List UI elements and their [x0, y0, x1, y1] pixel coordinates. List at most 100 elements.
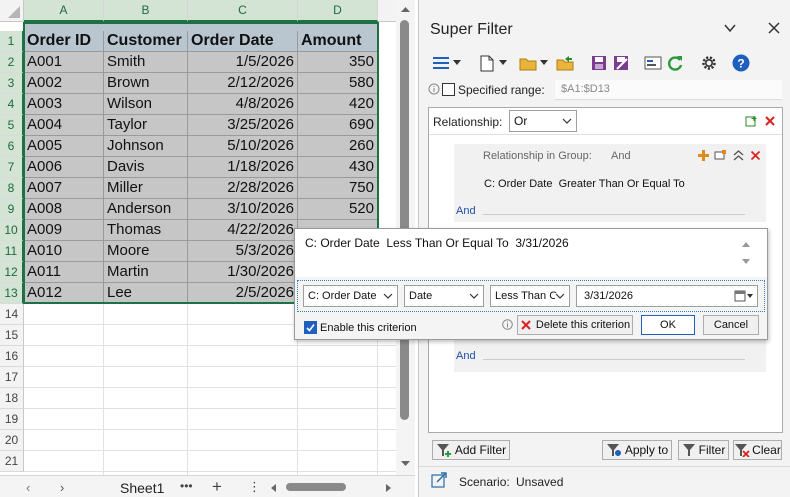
settings-icon[interactable]: [699, 53, 719, 73]
operator-select[interactable]: Less Than C: [490, 285, 570, 307]
column-header-a[interactable]: A: [24, 0, 104, 22]
new-dropdown-icon[interactable]: [498, 53, 508, 73]
apply-to-button[interactable]: Apply to: [602, 440, 672, 460]
row-header[interactable]: 17: [0, 367, 24, 388]
row-header[interactable]: 9: [0, 199, 24, 220]
row-header[interactable]: 8: [0, 178, 24, 199]
scroll-down-arrow[interactable]: [396, 458, 415, 470]
row-header[interactable]: 11: [0, 241, 24, 262]
prev-sheet-icon[interactable]: ‹: [26, 480, 30, 495]
specified-range-label: Specified range:: [458, 83, 545, 97]
collapse-panel-icon[interactable]: [722, 20, 738, 39]
column-header-e[interactable]: [378, 0, 396, 22]
row-header[interactable]: 19: [0, 409, 24, 430]
open-scenario-icon[interactable]: [431, 472, 447, 491]
enable-criterion-checkbox[interactable]: [304, 321, 317, 334]
row-header[interactable]: 7: [0, 157, 24, 178]
delete-all-icon[interactable]: [764, 115, 776, 130]
select-all-corner[interactable]: [0, 0, 24, 22]
add-criterion-icon[interactable]: [698, 150, 709, 164]
new-file-icon[interactable]: [477, 53, 497, 73]
field-select-value: C: Order Date: [308, 290, 377, 302]
ok-button[interactable]: OK: [641, 315, 695, 335]
sheet-tab[interactable]: Sheet1: [120, 480, 164, 496]
row-header[interactable]: 16: [0, 346, 24, 367]
row-header[interactable]: 20: [0, 430, 24, 451]
column-header-c[interactable]: C: [188, 0, 298, 22]
relationship-select-value: Or: [514, 114, 528, 128]
delete-group-icon[interactable]: [750, 150, 761, 164]
type-select[interactable]: Date: [404, 285, 484, 307]
summary-scroll-down-icon[interactable]: [741, 255, 751, 269]
scenario-list-icon[interactable]: [643, 53, 663, 73]
filter-label: Filter: [698, 443, 726, 457]
row-header[interactable]: 4: [0, 94, 24, 115]
row-header[interactable]: 21: [0, 451, 24, 472]
help-icon[interactable]: ?: [731, 53, 751, 73]
hscroll-thumb[interactable]: [286, 483, 346, 491]
clear-button[interactable]: Clear: [733, 440, 782, 460]
hscroll-right-arrow[interactable]: [384, 482, 392, 496]
relationship-label: Relationship:: [433, 115, 503, 129]
add-subgroup-icon[interactable]: [714, 150, 727, 164]
filter-button[interactable]: Filter: [678, 440, 729, 460]
add-filter-button[interactable]: Add Filter: [432, 440, 510, 460]
row-header[interactable]: 13: [0, 283, 24, 304]
criterion-summary: C: Order Date Less Than Or Equal To 3/31…: [295, 229, 767, 277]
sheet-options-icon[interactable]: ⋮: [248, 479, 261, 495]
gridline: [24, 387, 396, 388]
add-filter-icon: [436, 444, 451, 457]
more-sheets-icon[interactable]: •••: [180, 479, 193, 493]
relationship-select[interactable]: Or: [509, 110, 577, 132]
apply-to-label: Apply to: [624, 443, 669, 457]
scroll-up-arrow[interactable]: [396, 3, 415, 15]
row-header[interactable]: 14: [0, 304, 24, 325]
row-header[interactable]: 3: [0, 73, 24, 94]
refresh-icon[interactable]: [665, 53, 685, 73]
column-header-d[interactable]: D: [298, 0, 378, 22]
row-header[interactable]: 6: [0, 136, 24, 157]
open-dropdown-icon[interactable]: [539, 53, 549, 73]
row-header[interactable]: 12: [0, 262, 24, 283]
row-header[interactable]: 10: [0, 220, 24, 241]
calendar-icon[interactable]: [734, 290, 754, 302]
add-group-icon[interactable]: [745, 115, 758, 131]
collapse-group-icon[interactable]: [733, 150, 744, 164]
svg-text:?: ?: [737, 57, 744, 71]
criterion-editor-popup: C: Order Date Less Than Or Equal To 3/31…: [294, 228, 768, 340]
row-header[interactable]: 1: [0, 31, 24, 52]
group-relationship-value[interactable]: And: [611, 150, 631, 162]
summary-scroll-up-icon[interactable]: [741, 237, 751, 251]
panel-footer-divider: [419, 466, 790, 467]
column-header-b[interactable]: B: [104, 0, 188, 22]
row-header[interactable]: 18: [0, 388, 24, 409]
hscroll-left-arrow[interactable]: [270, 482, 278, 496]
range-input[interactable]: $A1:$D13: [555, 80, 782, 100]
menu-dropdown-icon[interactable]: [452, 53, 462, 73]
and-line-2: [483, 359, 745, 360]
delete-criterion-icon: [521, 320, 531, 330]
menu-icon[interactable]: [431, 53, 451, 73]
specified-range-checkbox[interactable]: [442, 83, 455, 96]
open-folder-icon[interactable]: [518, 53, 538, 73]
cancel-button[interactable]: Cancel: [703, 315, 759, 335]
save-as-icon[interactable]: [611, 53, 631, 73]
row-header[interactable]: 5: [0, 115, 24, 136]
scroll-thumb[interactable]: [400, 20, 409, 420]
save-icon[interactable]: [589, 53, 609, 73]
add-sheet-icon[interactable]: +: [212, 477, 222, 497]
field-select[interactable]: C: Order Date: [303, 285, 398, 307]
row-header[interactable]: 15: [0, 325, 24, 346]
next-sheet-icon[interactable]: ›: [60, 480, 64, 495]
delete-info-icon: [502, 319, 513, 333]
and-connector-2[interactable]: And: [456, 350, 476, 362]
open-recent-icon[interactable]: [555, 53, 575, 73]
delete-criterion-button[interactable]: Delete this criterion: [517, 315, 633, 335]
and-connector-1[interactable]: And: [456, 205, 476, 217]
criterion-1[interactable]: C: Order Date Greater Than Or Equal To: [484, 178, 685, 190]
close-panel-icon[interactable]: [766, 20, 782, 39]
row-header[interactable]: 2: [0, 52, 24, 73]
and-line-1: [483, 214, 745, 215]
date-value-input[interactable]: 3/31/2026: [576, 285, 758, 307]
gridline: [187, 304, 188, 475]
